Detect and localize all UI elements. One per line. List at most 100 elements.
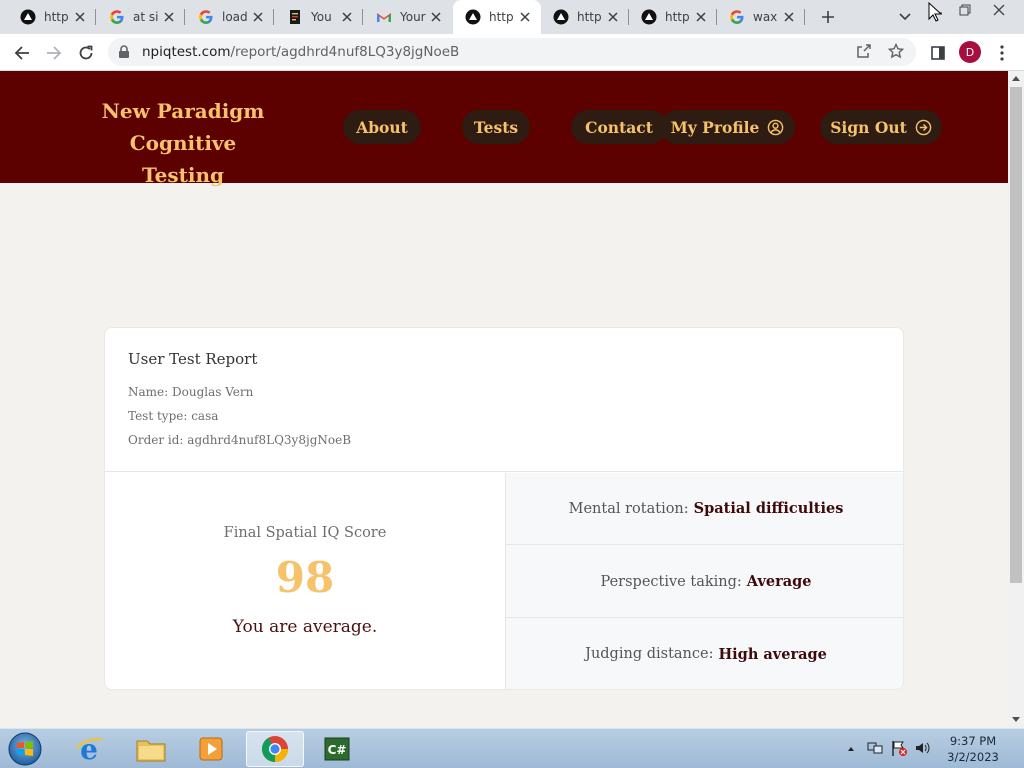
arrow-circle-right-icon xyxy=(915,119,932,136)
tab-separator xyxy=(273,9,274,25)
nav-sign-out-link[interactable]: Sign Out xyxy=(820,110,942,144)
vercel-icon xyxy=(20,9,36,25)
nav-about-label: About xyxy=(356,117,408,137)
subscore-list: Mental rotation: Spatial difficulties Pe… xyxy=(505,473,903,689)
subscore-row: Judging distance: High average xyxy=(506,618,903,689)
scroll-down-arrow-icon[interactable] xyxy=(1012,717,1020,722)
browser-tab[interactable]: at si xyxy=(97,0,185,34)
close-tab-icon[interactable] xyxy=(161,9,177,25)
volume-icon[interactable] xyxy=(914,739,932,761)
url-text[interactable]: npiqtest.com/report/agdhrd4nuf8LQ3y8jgNo… xyxy=(142,44,459,60)
vercel-icon xyxy=(553,9,569,25)
browser-menu-icon[interactable] xyxy=(988,39,1016,67)
subscore-label: Judging distance: xyxy=(585,646,714,662)
report-header: User Test Report Name: Douglas Vern Test… xyxy=(105,328,903,472)
score-message: You are average. xyxy=(232,617,378,637)
lock-icon[interactable] xyxy=(118,44,130,63)
nav-about-link[interactable]: About xyxy=(343,110,421,144)
close-tab-icon[interactable] xyxy=(428,9,444,25)
score-value: 98 xyxy=(275,553,335,602)
browser-tab-strip: http at si load You Your http http http wax xyxy=(0,0,1024,34)
forward-button[interactable] xyxy=(40,39,68,67)
browser-tab[interactable]: http xyxy=(629,0,717,34)
scrollbar-thumb[interactable] xyxy=(1010,87,1022,583)
browser-tab[interactable]: load xyxy=(186,0,274,34)
taskbar-clock[interactable]: 9:37 PM 3/2/2023 xyxy=(938,733,1008,765)
file-explorer-icon[interactable] xyxy=(124,731,178,767)
google-icon xyxy=(729,9,745,25)
back-button[interactable] xyxy=(8,39,36,67)
nav-my-profile-label: My Profile xyxy=(670,117,760,137)
page-viewport: New Paradigm Cognitive Testing About Tes… xyxy=(0,71,1008,728)
browser-tab[interactable]: http xyxy=(8,0,96,34)
internet-explorer-icon[interactable]: e xyxy=(62,731,116,767)
close-tab-icon[interactable] xyxy=(72,9,88,25)
subscore-row: Mental rotation: Spatial difficulties xyxy=(506,473,903,545)
restore-button[interactable] xyxy=(950,0,980,20)
report-order-id: Order id: agdhrd4nuf8LQ3y8jgNoeB xyxy=(128,433,352,447)
close-tab-icon[interactable] xyxy=(517,9,533,25)
action-center-flag-icon[interactable] xyxy=(890,739,908,761)
close-window-button[interactable] xyxy=(984,0,1014,20)
report-user-name: Name: Douglas Vern xyxy=(128,385,254,399)
nav-sign-out-label: Sign Out xyxy=(830,117,907,137)
subscore-value: Spatial difficulties xyxy=(693,500,844,517)
tab-separator xyxy=(804,9,805,25)
close-tab-icon[interactable] xyxy=(781,9,797,25)
subscore-row: Perspective taking: Average xyxy=(506,546,903,618)
browser-toolbar: npiqtest.com/report/agdhrd4nuf8LQ3y8jgNo… xyxy=(0,34,1024,71)
browser-tab[interactable]: Your xyxy=(364,0,452,34)
subscore-value: Average xyxy=(746,573,812,590)
google-icon xyxy=(198,9,214,25)
scroll-up-arrow-icon[interactable] xyxy=(1012,76,1020,81)
nav-contact-label: Contact xyxy=(585,117,653,137)
gmail-icon xyxy=(376,9,392,25)
csharp-editor-icon[interactable]: C# xyxy=(310,731,364,767)
page-scrollbar[interactable] xyxy=(1008,71,1024,728)
report-title: User Test Report xyxy=(128,350,258,368)
test-report-card: User Test Report Name: Douglas Vern Test… xyxy=(104,327,904,690)
nav-tests-label: Tests xyxy=(473,117,519,137)
svg-text:C#: C# xyxy=(328,743,347,757)
vercel-icon xyxy=(465,9,481,25)
browser-tab[interactable]: http xyxy=(453,0,541,34)
score-panel: Final Spatial IQ Score 98 You are averag… xyxy=(105,473,505,689)
windows-taskbar: e C# 9:37 PM 3/2/2023 xyxy=(0,728,1024,768)
brand-line-2: Cognitive Testing xyxy=(129,131,237,187)
tab-separator xyxy=(184,9,185,25)
brand-line-1: New Paradigm xyxy=(101,99,265,123)
report-test-type: Test type: casa xyxy=(128,409,219,423)
chrome-taskbar-icon[interactable] xyxy=(246,731,304,767)
tab-search-chevron-icon[interactable] xyxy=(894,6,916,28)
profile-avatar[interactable]: D xyxy=(959,41,981,63)
close-tab-icon[interactable] xyxy=(605,9,621,25)
browser-tab[interactable]: wax xyxy=(717,0,805,34)
browser-tab[interactable]: http xyxy=(541,0,629,34)
address-bar[interactable]: npiqtest.com/report/agdhrd4nuf8LQ3y8jgNo… xyxy=(108,38,916,66)
subscore-label: Perspective taking: xyxy=(600,573,742,590)
user-circle-icon xyxy=(767,119,784,136)
browser-tab[interactable]: You xyxy=(275,0,363,34)
close-tab-icon[interactable] xyxy=(339,9,355,25)
tab-separator xyxy=(362,9,363,25)
tab-separator xyxy=(95,9,96,25)
nav-contact-link[interactable]: Contact xyxy=(571,110,667,144)
nav-tests-link[interactable]: Tests xyxy=(462,110,530,144)
side-panel-icon[interactable] xyxy=(924,39,952,67)
mouse-cursor-icon xyxy=(928,1,943,26)
share-icon[interactable] xyxy=(856,43,872,63)
media-player-icon[interactable] xyxy=(184,731,238,767)
show-hidden-icons-arrow-icon[interactable] xyxy=(846,739,856,761)
network-icon[interactable] xyxy=(866,739,884,761)
close-tab-icon[interactable] xyxy=(250,9,266,25)
close-tab-icon[interactable] xyxy=(693,9,709,25)
reload-button[interactable] xyxy=(72,39,100,67)
score-label: Final Spatial IQ Score xyxy=(223,525,387,541)
nav-my-profile-link[interactable]: My Profile xyxy=(660,110,795,144)
new-tab-button[interactable] xyxy=(816,5,840,29)
bookmark-star-icon[interactable] xyxy=(887,42,905,63)
start-button[interactable] xyxy=(6,731,44,767)
google-icon xyxy=(109,9,125,25)
site-logo[interactable]: New Paradigm Cognitive Testing xyxy=(88,95,278,191)
vercel-icon xyxy=(641,9,657,25)
